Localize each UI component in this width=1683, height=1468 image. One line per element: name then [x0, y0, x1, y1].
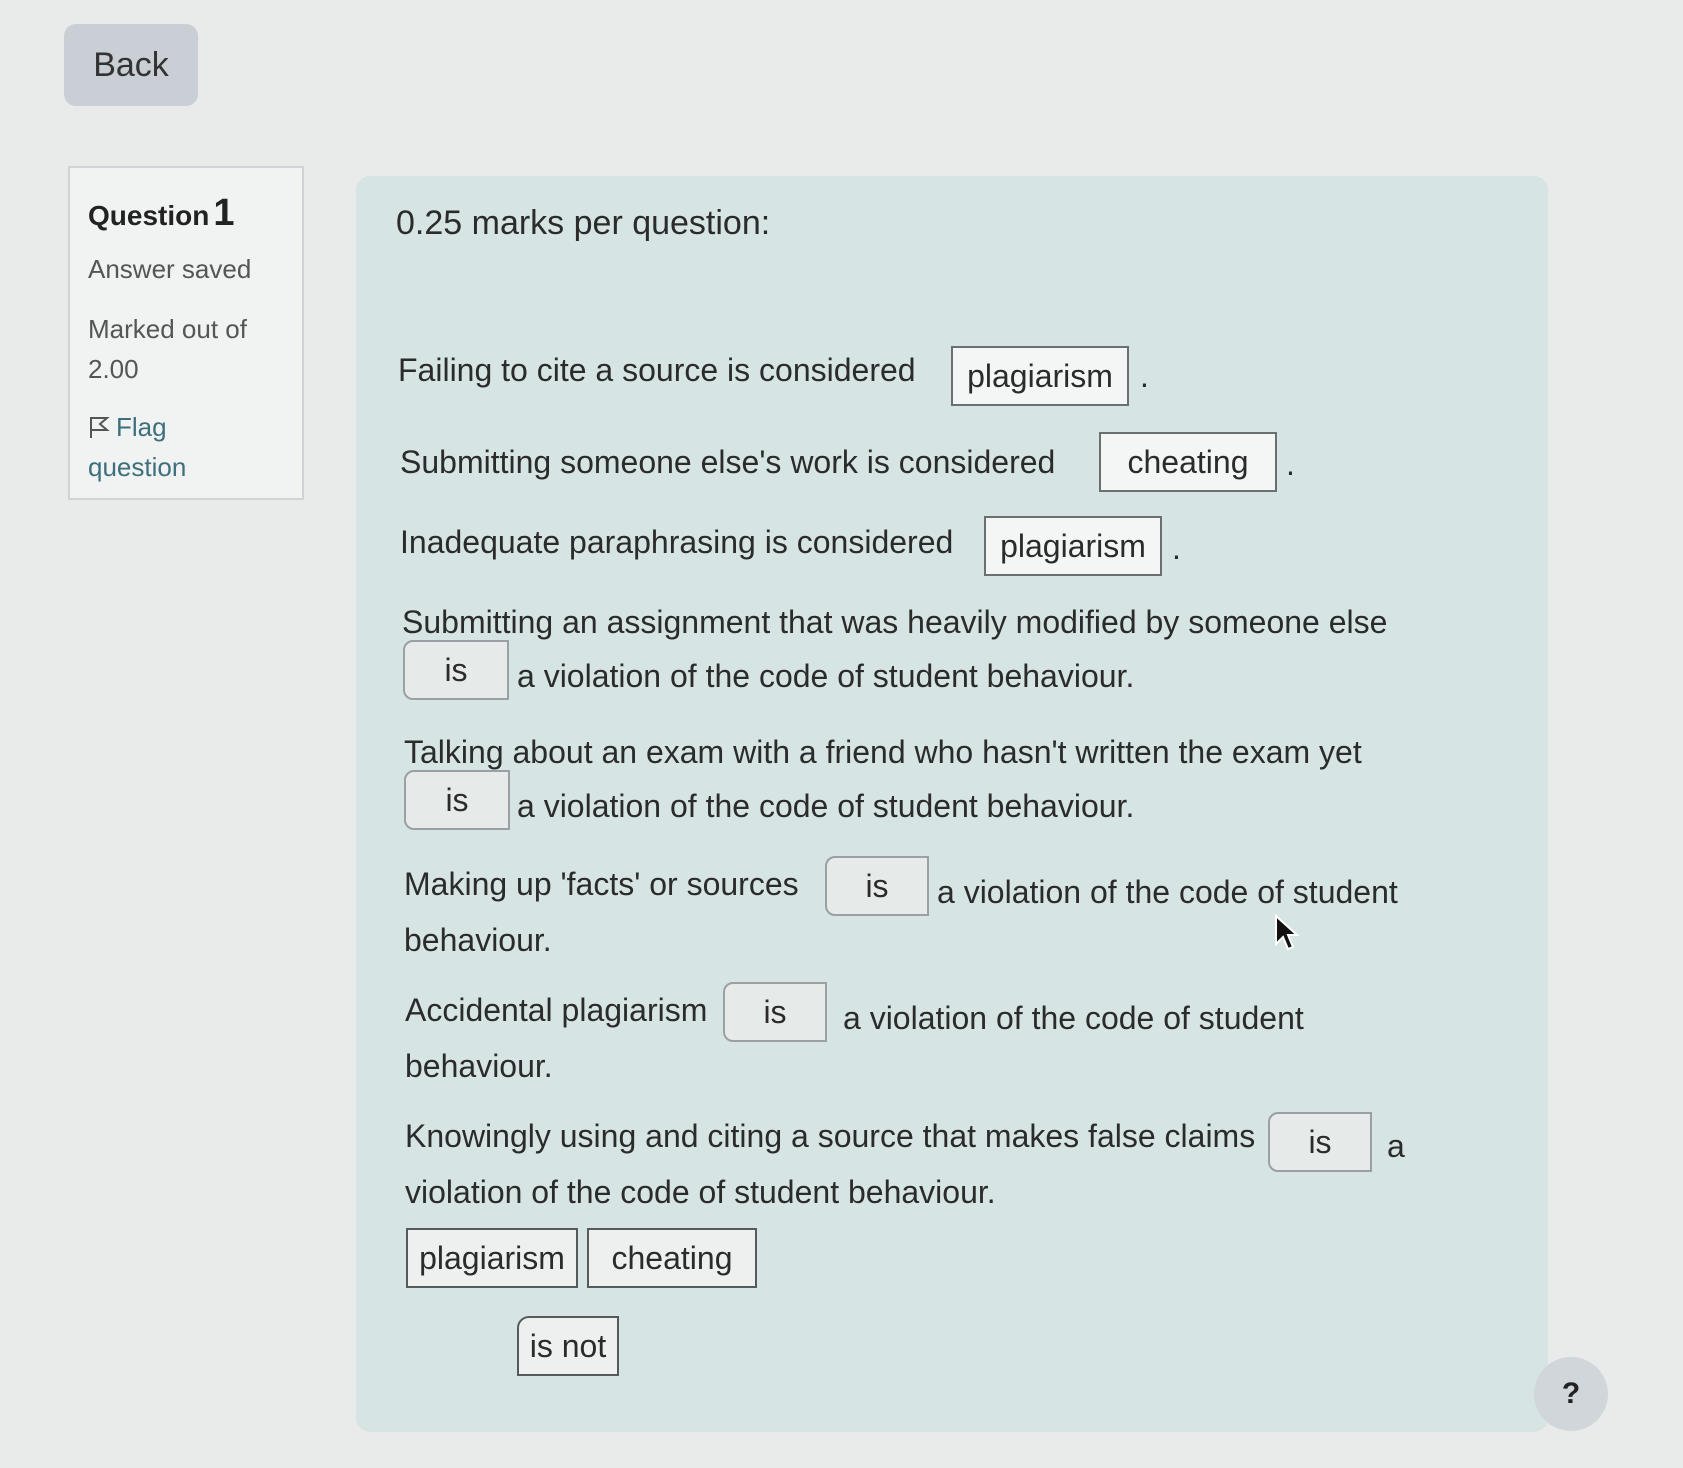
drop-zone-6[interactable]: is: [825, 856, 929, 916]
mouse-cursor-icon: [1275, 914, 1300, 951]
flag-question-link[interactable]: Flag question: [88, 407, 284, 487]
drop-zone-4[interactable]: is: [403, 640, 509, 700]
choice-plagiarism[interactable]: plagiarism: [406, 1228, 578, 1288]
answer-status: Answer saved: [88, 254, 252, 284]
drop-zone-2[interactable]: cheating: [1099, 432, 1277, 492]
flag-icon: [90, 417, 110, 438]
drop-zone-5[interactable]: is: [404, 770, 510, 830]
period-3: .: [1172, 530, 1181, 566]
period-1: .: [1140, 358, 1149, 394]
help-button[interactable]: ?: [1534, 1357, 1608, 1431]
marks-per-question: 0.25 marks per question:: [396, 204, 771, 242]
statement-6-tail: a violation of the code of student: [937, 874, 1398, 910]
statement-6: Making up 'facts' or sources: [404, 866, 799, 902]
statement-4: Submitting an assignment that was heavil…: [402, 604, 1388, 640]
marked-out-of-label: Marked out of: [88, 314, 247, 344]
drop-zone-7[interactable]: is: [723, 982, 827, 1042]
marked-out-of-value: 2.00: [88, 354, 139, 384]
statement-8-tail: a: [1387, 1128, 1405, 1164]
question-title: Question 1: [88, 192, 235, 234]
period-2: .: [1286, 446, 1295, 482]
drop-zone-3[interactable]: plagiarism: [984, 516, 1162, 576]
statement-8: Knowingly using and citing a source that…: [405, 1118, 1256, 1154]
statement-7-end: behaviour.: [405, 1048, 553, 1084]
statement-5: Talking about an exam with a friend who …: [404, 734, 1362, 770]
statement-7: Accidental plagiarism: [405, 992, 708, 1028]
choice-is-not[interactable]: is not: [517, 1316, 619, 1376]
statement-2: Submitting someone else's work is consid…: [400, 444, 1056, 480]
statement-6-end: behaviour.: [404, 922, 552, 958]
statement-7-tail: a violation of the code of student: [843, 1000, 1304, 1036]
statement-8-end: violation of the code of student behavio…: [405, 1174, 996, 1210]
statement-1: Failing to cite a source is considered: [398, 352, 916, 388]
question-info-panel: Question 1 Answer saved Marked out of 2.0…: [68, 166, 304, 500]
drop-zone-1[interactable]: plagiarism: [951, 346, 1129, 406]
drop-zone-8[interactable]: is: [1268, 1112, 1372, 1172]
choice-cheating[interactable]: cheating: [587, 1228, 757, 1288]
statement-4-tail: a violation of the code of student behav…: [517, 658, 1135, 694]
statement-5-tail: a violation of the code of student behav…: [517, 788, 1135, 824]
back-button[interactable]: Back: [64, 24, 198, 106]
statement-3: Inadequate paraphrasing is considered: [400, 524, 954, 560]
